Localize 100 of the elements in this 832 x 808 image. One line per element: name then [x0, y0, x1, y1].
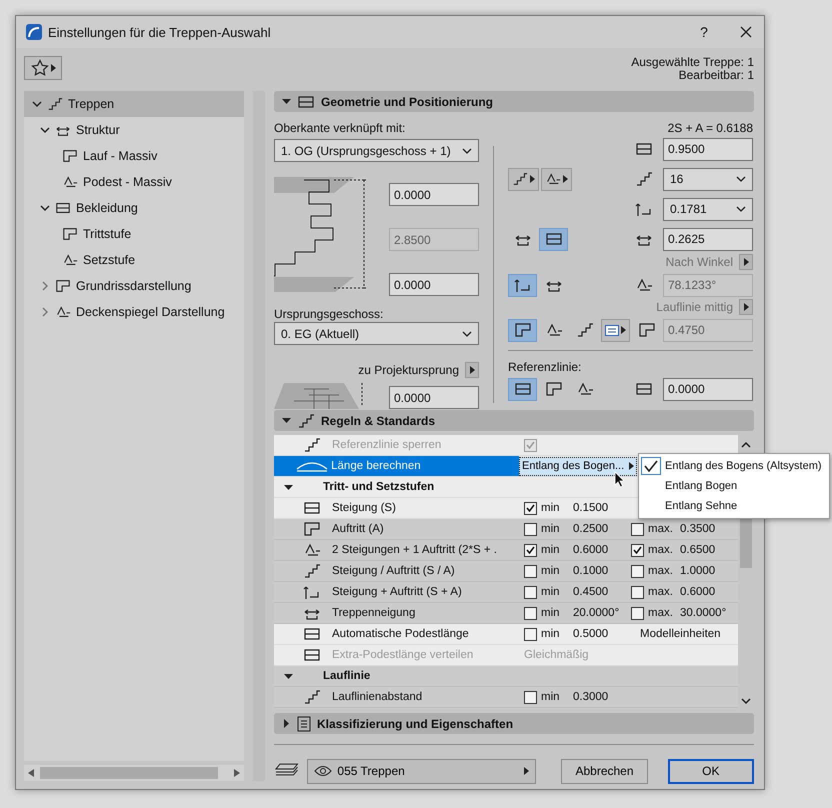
tree-item[interactable]: Deckenspiegel Darstellung [24, 299, 244, 325]
max-value[interactable]: 1.0000 [680, 565, 738, 577]
section-title: Geometrie und Positionierung [321, 94, 494, 108]
eye-icon [314, 765, 332, 777]
collapse-triangle-icon[interactable] [284, 672, 293, 680]
section-header[interactable]: Klassifizierung und Eigenschaften [274, 713, 754, 734]
field-label: Ursprungsgeschoss: [274, 306, 384, 322]
tread-field[interactable]: 0.2625 [663, 228, 753, 250]
chevron-icon[interactable] [32, 99, 42, 109]
min-value[interactable]: 0.5000 [573, 628, 631, 640]
min-value[interactable]: 0.4500 [573, 586, 631, 598]
tree-item[interactable]: Lauf - Massiv [24, 143, 244, 169]
checkbox[interactable] [524, 606, 537, 620]
riser-height-dropdown[interactable]: 0.1781 [663, 198, 753, 220]
stair-type-button[interactable] [508, 168, 539, 190]
arrow-button[interactable] [739, 254, 753, 270]
checkbox[interactable] [631, 522, 644, 536]
tree-item[interactable]: Grundrissdarstellung [24, 273, 244, 299]
reference-field[interactable]: 0.0000 [663, 378, 753, 400]
tree-label: Setzstufe [83, 253, 136, 267]
menu-item[interactable]: Entlang des Bogens (Altsystem) [639, 456, 829, 476]
collapse-triangle-icon[interactable] [282, 97, 291, 106]
offset-field[interactable]: 0.0000 [389, 273, 479, 296]
mode-label: Lauflinie mittig [655, 300, 733, 314]
collapse-triangle-icon[interactable] [282, 719, 291, 728]
max-value[interactable]: 0.3500 [680, 523, 738, 535]
max-value[interactable]: 30.0000° [680, 607, 738, 619]
riser-count-dropdown[interactable]: 16 [663, 168, 753, 190]
story-dropdown[interactable]: 1. OG (Ursprungsgeschoss + 1) [274, 139, 479, 162]
offset-field[interactable]: 0.0000 [389, 183, 479, 206]
star-icon [30, 59, 48, 77]
close-icon[interactable] [740, 26, 752, 38]
tree-item[interactable]: Setzstufe [24, 247, 244, 273]
arrow-button[interactable] [465, 362, 479, 378]
max-value[interactable]: 0.6500 [680, 544, 738, 556]
tool-button[interactable] [539, 228, 568, 250]
tree-label: Deckenspiegel Darstellung [76, 305, 225, 319]
min-value[interactable]: 0.1000 [573, 565, 631, 577]
checkbox[interactable] [631, 564, 644, 578]
cancel-button[interactable]: Abbrechen [561, 758, 648, 784]
formula-label: 2S + A = 0.6188 [668, 121, 753, 135]
min-value[interactable]: 0.3000 [573, 691, 631, 703]
checkbox[interactable] [524, 502, 537, 514]
tree-item[interactable]: Bekleidung [24, 195, 244, 221]
list-button[interactable] [601, 318, 630, 342]
checkbox[interactable] [631, 544, 644, 556]
tree-label: Grundrissdarstellung [76, 279, 192, 293]
tree-item[interactable]: Trittstufe [24, 221, 244, 247]
favorites-button[interactable] [24, 56, 62, 80]
triangle-icon [50, 64, 56, 72]
section-header[interactable]: Regeln & Standards [274, 410, 754, 431]
horizontal-scrollbar[interactable] [24, 765, 244, 781]
tree-item[interactable]: Treppen [24, 91, 244, 117]
section-header[interactable]: Geometrie und Positionierung [274, 91, 754, 112]
scrollbar-thumb[interactable] [40, 767, 218, 779]
menu-item[interactable]: Entlang Sehne [639, 496, 829, 516]
tool-button[interactable] [508, 318, 537, 342]
min-value[interactable]: 20.0000° [573, 607, 631, 619]
checkbox[interactable] [524, 690, 537, 704]
triangle-icon [744, 258, 748, 266]
max-label: max. [648, 523, 674, 535]
stair-type-button[interactable] [541, 168, 572, 190]
selection-info: Bearbeitbar: 1 [678, 69, 754, 82]
collapse-triangle-icon[interactable] [282, 416, 291, 425]
checkbox[interactable] [524, 564, 537, 578]
checkbox[interactable] [631, 586, 644, 598]
collapse-triangle-icon[interactable] [284, 482, 293, 492]
section-title: Klassifizierung und Eigenschaften [317, 716, 514, 730]
checkbox[interactable] [524, 544, 537, 556]
layer-dropdown[interactable]: 055 Treppen [307, 758, 536, 784]
arrow-button[interactable] [739, 299, 753, 315]
min-label: min [541, 691, 561, 703]
min-value[interactable]: 0.1500 [573, 502, 631, 514]
tree-label: Treppen [68, 97, 114, 111]
story-dropdown[interactable]: 0. EG (Aktuell) [274, 322, 479, 345]
max-value[interactable]: 0.6000 [680, 586, 738, 598]
chevron-icon[interactable] [40, 203, 50, 213]
tree-item[interactable]: Struktur [24, 117, 244, 143]
triangle-icon [744, 303, 748, 311]
checkbox[interactable] [524, 628, 537, 640]
min-label: min [541, 586, 561, 598]
checkbox[interactable] [524, 522, 537, 536]
group-label: Tritt- und Setzstufen [323, 481, 434, 493]
checkbox[interactable] [631, 606, 644, 620]
tree-item[interactable]: Podest - Massiv [24, 169, 244, 195]
min-label: min [541, 523, 561, 535]
min-value[interactable]: 0.6000 [573, 544, 631, 556]
chevron-icon[interactable] [40, 125, 50, 135]
width-field[interactable]: 0.9500 [663, 138, 753, 160]
max-label: max. [648, 544, 674, 556]
triangle-icon [621, 326, 626, 334]
help-button[interactable]: ? [684, 24, 724, 40]
min-value[interactable]: 0.2500 [573, 523, 631, 535]
tool-button[interactable] [508, 378, 537, 400]
ok-button[interactable]: OK [668, 758, 754, 784]
checkbox[interactable] [524, 586, 537, 598]
length-dropdown[interactable]: Entlang des Bogen... [519, 456, 637, 476]
menu-item[interactable]: Entlang Bogen [639, 476, 829, 496]
offset-field[interactable]: 0.0000 [389, 386, 479, 409]
tool-button[interactable] [508, 274, 537, 296]
